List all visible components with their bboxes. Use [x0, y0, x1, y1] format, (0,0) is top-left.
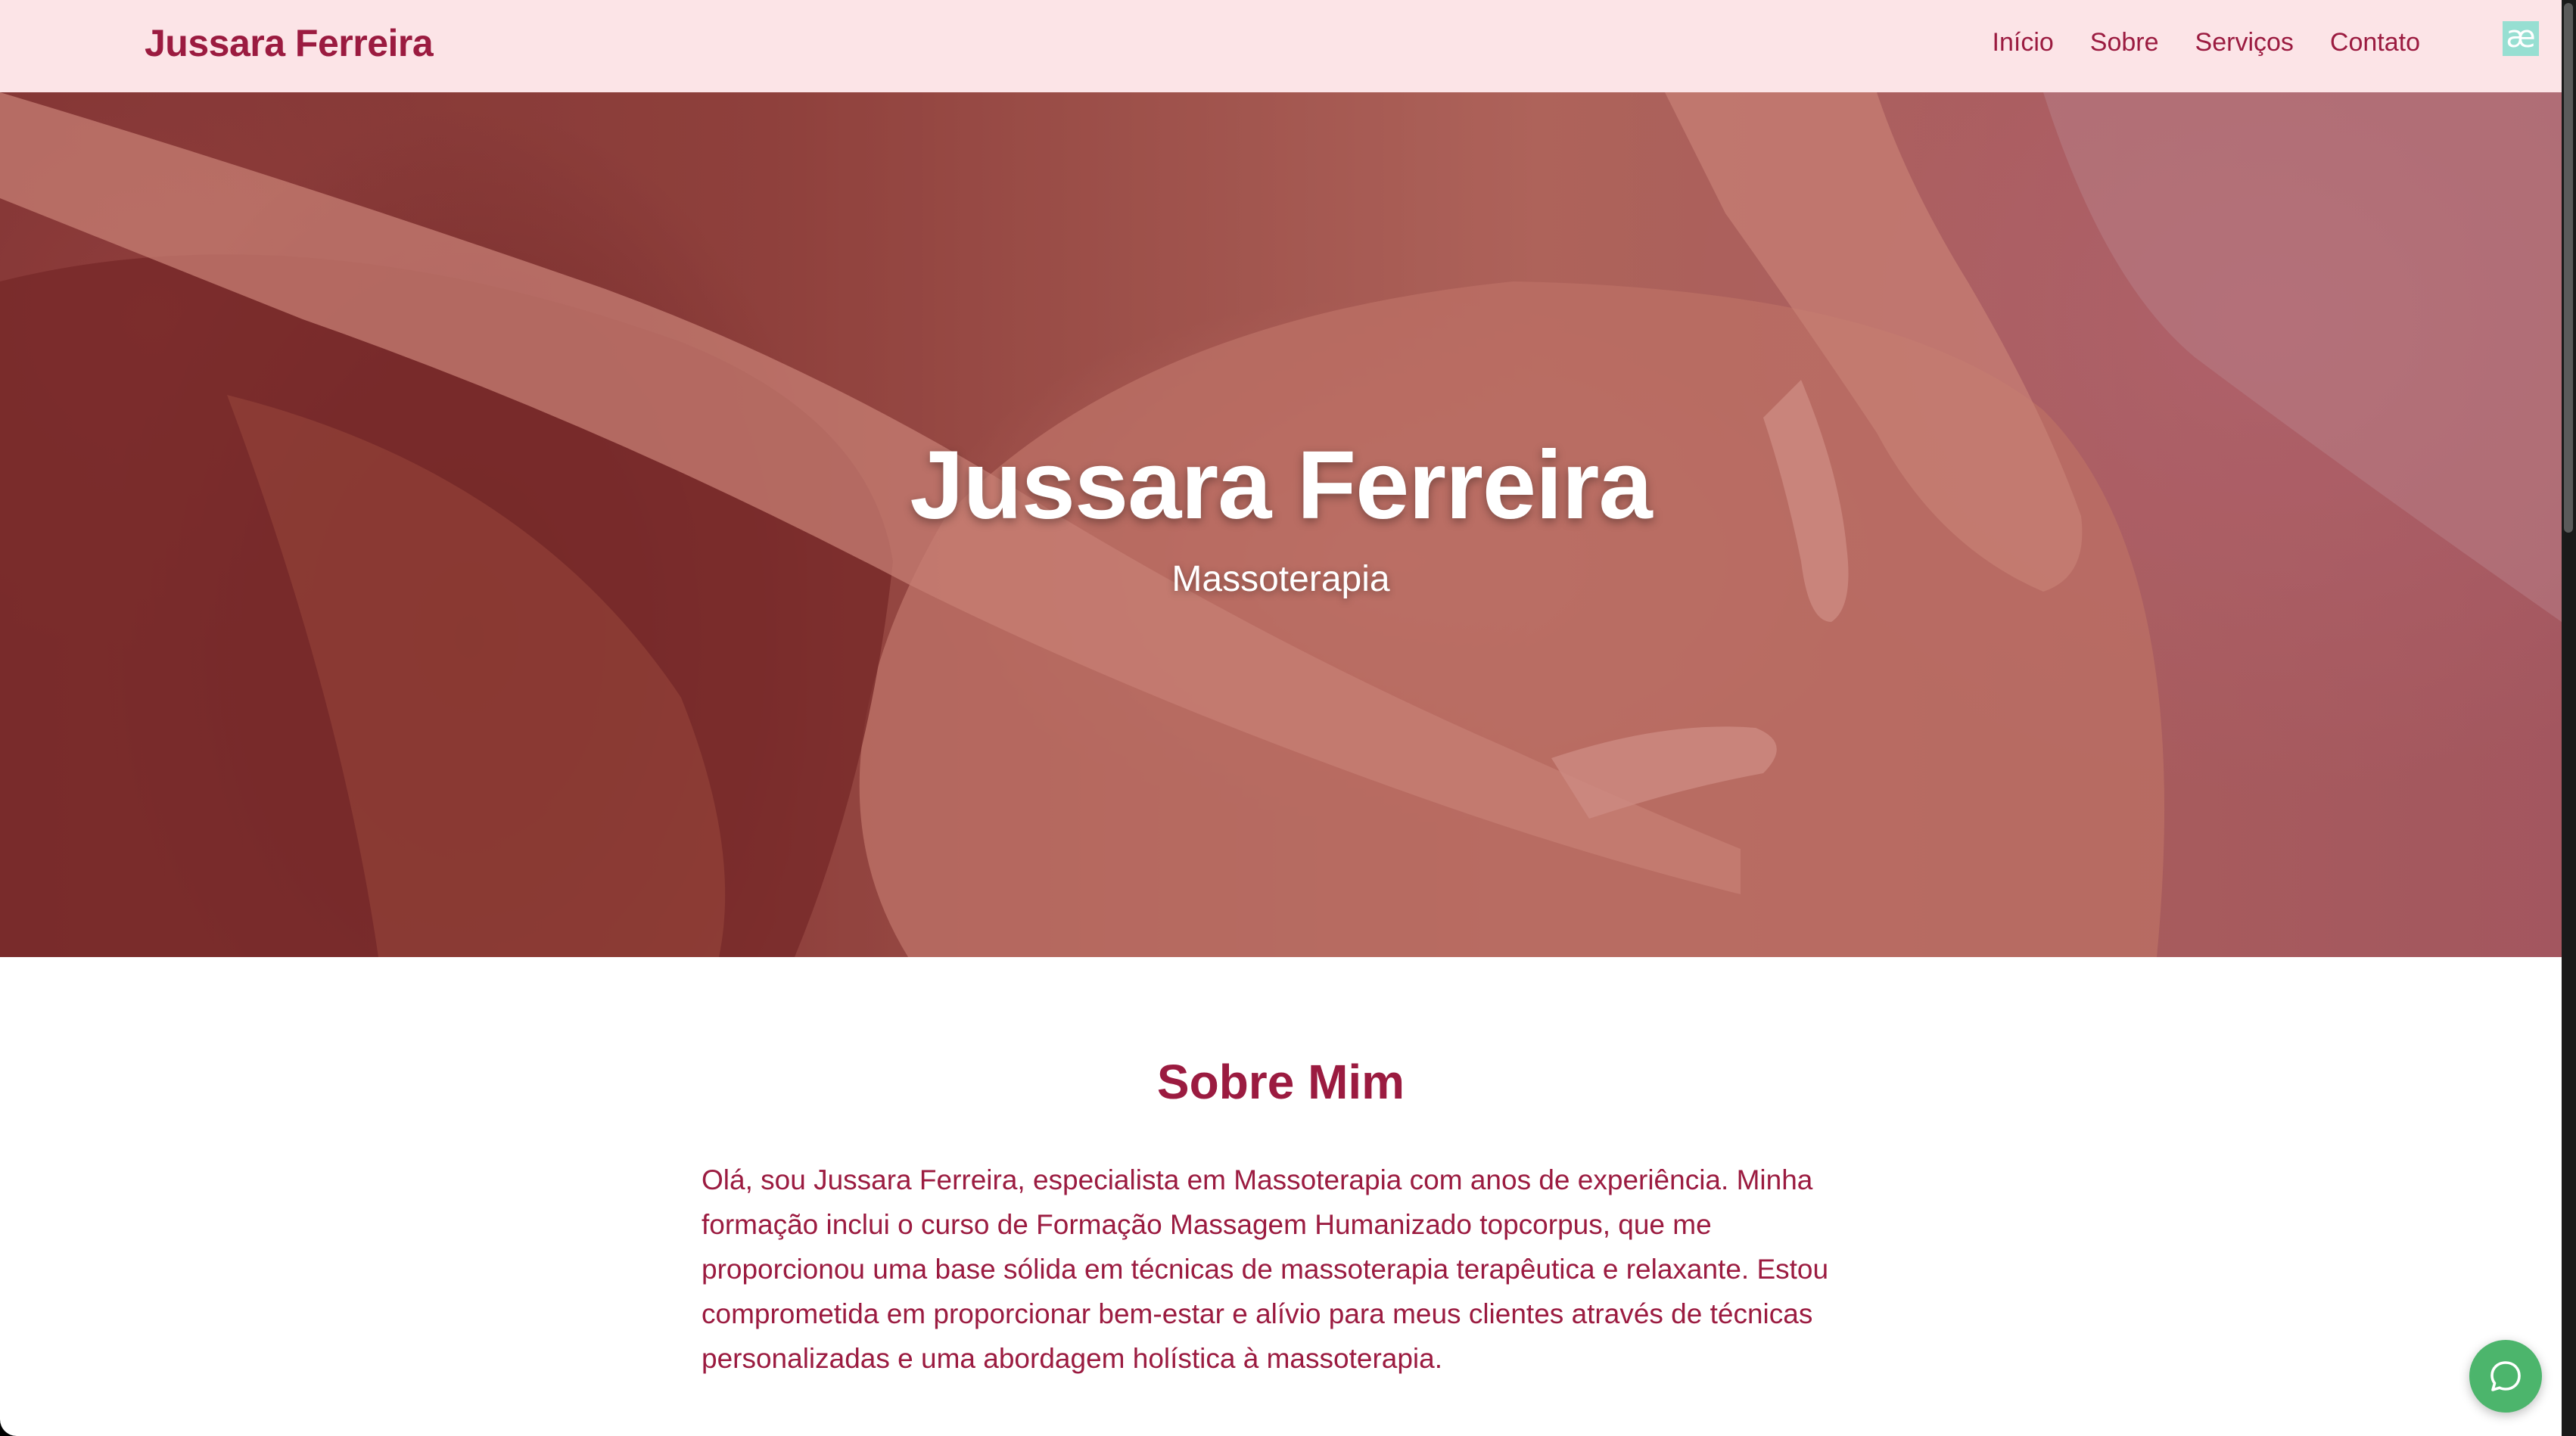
- brand-logo[interactable]: Jussara Ferreira: [145, 17, 434, 70]
- chat-button[interactable]: [2469, 1340, 2542, 1413]
- about-title: Sobre Mim: [1156, 1055, 1405, 1109]
- nav-link-inicio[interactable]: Início: [1993, 23, 2054, 62]
- hero-section: Jussara Ferreira Massoterapia: [0, 92, 2562, 957]
- chat-bubble-icon: [2490, 1361, 2521, 1391]
- nav-link-servicos[interactable]: Serviços: [2195, 23, 2294, 62]
- navbar: Jussara Ferreira Início Sobre Serviços C…: [0, 0, 2562, 92]
- page: Jussara Ferreira Início Sobre Serviços C…: [0, 0, 2562, 1436]
- nav-links: Início Sobre Serviços Contato: [1993, 23, 2420, 62]
- scrollbar-thumb[interactable]: [2564, 3, 2573, 533]
- extension-badge-icon[interactable]: æ: [2503, 21, 2539, 56]
- hero-title: Jussara Ferreira: [910, 431, 1652, 539]
- nav-link-contato[interactable]: Contato: [2330, 23, 2420, 62]
- nav-link-sobre[interactable]: Sobre: [2090, 23, 2159, 62]
- hero-subtitle: Massoterapia: [1171, 559, 1390, 599]
- about-text: Olá, sou Jussara Ferreira, especialista …: [702, 1164, 1829, 1374]
